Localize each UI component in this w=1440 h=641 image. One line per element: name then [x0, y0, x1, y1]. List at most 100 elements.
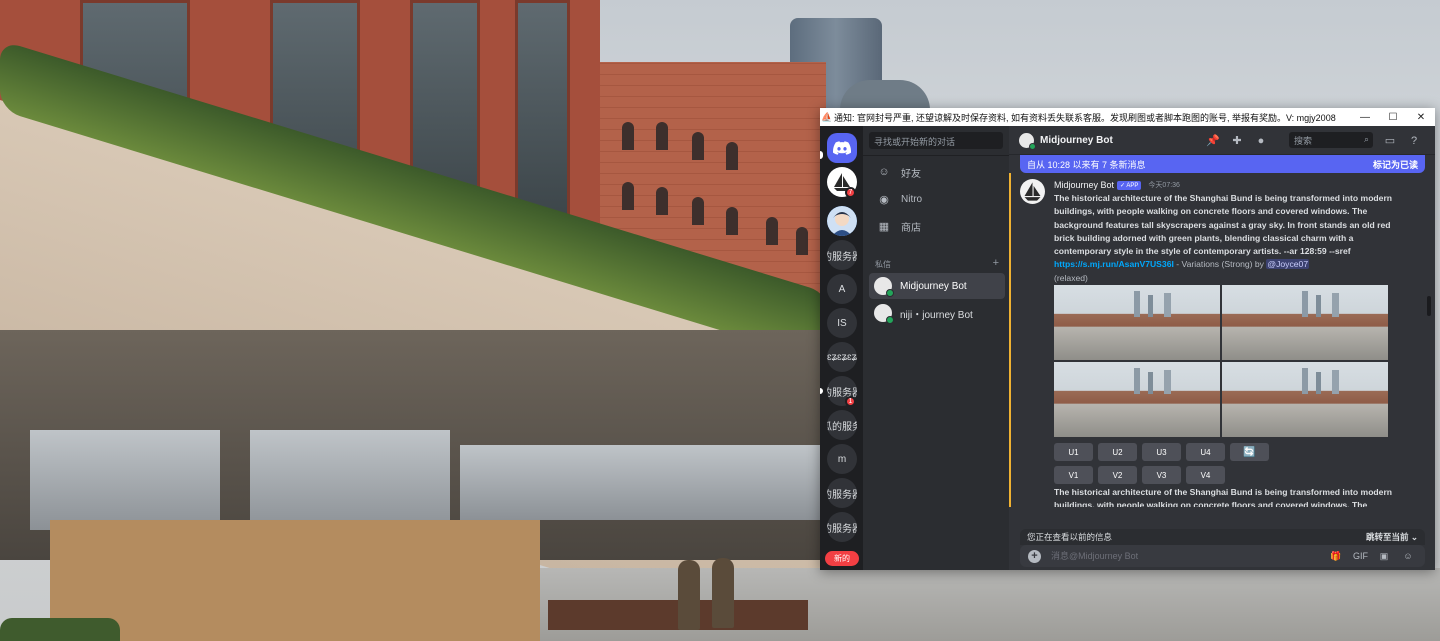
v4-button[interactable]: V4 — [1186, 466, 1225, 484]
mode-text: (relaxed) — [1054, 272, 1088, 283]
server-item-11[interactable]: 的服务器 — [827, 512, 857, 542]
add-friend-icon[interactable]: ✚ — [1229, 133, 1245, 149]
new-messages-bar[interactable]: 自从 10:28 以来有 7 条新消息 标记为已读 — [1020, 155, 1425, 173]
user-mention[interactable]: @Joyce07 — [1266, 259, 1310, 270]
nav-friends[interactable]: ☺ 好友 — [869, 160, 1003, 184]
server-item-4[interactable]: A — [827, 274, 857, 304]
message-header: Midjourney Bot ✓ APP 今天07:36 — [1054, 180, 1180, 190]
server-item-8[interactable]: 瓜的服务 — [827, 410, 857, 440]
v3-button[interactable]: V3 — [1142, 466, 1181, 484]
add-dm-button[interactable]: + — [993, 258, 999, 270]
dm-item-label: Midjourney Bot — [900, 280, 967, 292]
u1-button[interactable]: U1 — [1054, 443, 1093, 461]
grid-image-1[interactable] — [1054, 285, 1220, 360]
older-messages-text: 您正在查看以前的信息 — [1027, 532, 1113, 542]
maximize-button[interactable]: ☐ — [1379, 112, 1407, 123]
gif-icon[interactable]: GIF — [1353, 549, 1368, 563]
sref-link[interactable]: https://s.mj.run/AsanV7US36I — [1054, 259, 1174, 269]
variation-buttons: V1 V2 V3 V4 — [1054, 466, 1230, 484]
pin-icon[interactable]: 📌 — [1205, 133, 1221, 149]
app-tag: ✓ APP — [1117, 180, 1142, 190]
message-input[interactable] — [1051, 551, 1329, 561]
avatar[interactable] — [1020, 179, 1045, 204]
new-unreads-button[interactable]: 新的 — [825, 551, 859, 566]
app-icon: ⛵ — [821, 111, 833, 122]
dm-search-input[interactable]: 寻找或开始新的对话 — [869, 132, 1003, 149]
shop-icon: ▦ — [878, 220, 890, 233]
jump-to-present-button[interactable]: 跳转至当前 ⌄ — [1366, 531, 1418, 543]
jump-label: 跳转至当前 — [1365, 532, 1409, 542]
message-content: The historical architecture of the Shang… — [1054, 192, 1394, 285]
close-button[interactable]: ✕ — [1407, 112, 1435, 123]
inbox-icon[interactable]: ▭ — [1382, 133, 1398, 149]
older-messages-bar: 您正在查看以前的信息 跳转至当前 ⌄ — [1020, 529, 1425, 545]
avatar — [827, 206, 857, 236]
friends-icon: ☺ — [878, 166, 890, 178]
mark-as-read-button[interactable]: 标记为已读 — [1373, 158, 1418, 171]
grid-image-2[interactable] — [1222, 285, 1388, 360]
chat-panel: Midjourney Bot 📌 ✚ ● 搜索 ⌕ ▭ ? 自从 10:28 以… — [1009, 126, 1435, 570]
message-list: Midjourney Bot ✓ APP 今天07:36 The histori… — [1009, 173, 1426, 507]
header-search-input[interactable]: 搜索 ⌕ — [1289, 132, 1373, 148]
u4-button[interactable]: U4 — [1186, 443, 1225, 461]
nav-friends-label: 好友 — [901, 168, 921, 180]
next-message-content: The historical architecture of the Shang… — [1054, 487, 1393, 507]
nitro-icon: ◉ — [879, 193, 889, 206]
unread-highlight — [1009, 173, 1011, 507]
v2-button[interactable]: V2 — [1098, 466, 1137, 484]
server-item-9[interactable]: m — [827, 444, 857, 474]
discord-window: ⛵ 通知: 官网封号严重, 还望谅解及时保存资料, 如有资料丢失联系客服。发现刷… — [820, 108, 1435, 570]
nav-shop[interactable]: ▦ 商店 — [869, 214, 1003, 238]
divider — [863, 155, 1009, 156]
header-search-placeholder: 搜索 — [1294, 136, 1313, 146]
avatar — [874, 304, 894, 324]
u3-button[interactable]: U3 — [1142, 443, 1181, 461]
dm-section-title: 私信 — [875, 260, 891, 269]
window-title: 通知: 官网封号严重, 还望谅解及时保存资料, 如有资料丢失联系客服。发现刷图或… — [834, 112, 1336, 123]
dm-item-niji-bot[interactable]: niji・journey Bot — [869, 300, 1005, 326]
profile-icon[interactable]: ● — [1253, 133, 1269, 149]
u2-button[interactable]: U2 — [1098, 443, 1137, 461]
reroll-button[interactable]: 🔄 — [1230, 443, 1269, 461]
dm-sidebar: 寻找或开始新的对话 ☺ 好友 ◉ Nitro ▦ 商店 私信 + Midjour… — [863, 126, 1009, 570]
author-name[interactable]: Midjourney Bot — [1054, 180, 1114, 190]
minimize-button[interactable]: — — [1351, 112, 1379, 123]
nav-shop-label: 商店 — [901, 222, 921, 234]
server-item-10[interactable]: 的服务器 — [827, 478, 857, 508]
gift-icon[interactable]: 🎁 — [1329, 549, 1343, 563]
discord-logo-icon — [833, 141, 851, 155]
sticker-icon[interactable]: ▣ — [1377, 549, 1391, 563]
avatar — [1019, 132, 1036, 150]
chat-title: Midjourney Bot — [1040, 134, 1113, 146]
server-item-avatar[interactable] — [827, 206, 857, 236]
app-tag-label: APP — [1126, 182, 1139, 189]
variation-note: - Variations (Strong) by — [1173, 259, 1267, 270]
dm-item-label: niji・journey Bot — [900, 309, 973, 321]
dm-item-midjourney-bot[interactable]: Midjourney Bot — [869, 273, 1005, 299]
reroll-icon: 🔄 — [1243, 446, 1256, 458]
unread-badge: 1 — [845, 396, 856, 407]
emoji-icon[interactable]: ☺ — [1401, 549, 1415, 563]
server-item-6[interactable]: ɛʑɛʑɛʑ — [827, 342, 857, 372]
v1-button[interactable]: V1 — [1054, 466, 1093, 484]
sailboat-icon — [1024, 182, 1041, 201]
title-bar: ⛵ 通知: 官网封号严重, 还望谅解及时保存资料, 如有资料丢失联系客服。发现刷… — [820, 108, 1435, 126]
unread-pill — [820, 388, 823, 394]
grid-image-3[interactable] — [1054, 362, 1220, 437]
prompt-text: The historical architecture of the Shang… — [1054, 193, 1393, 257]
image-grid[interactable] — [1054, 285, 1389, 438]
help-icon[interactable]: ? — [1406, 133, 1422, 149]
nav-nitro-label: Nitro — [901, 193, 923, 205]
scrollbar[interactable] — [1427, 296, 1431, 316]
chevron-down-icon: ⌄ — [1410, 532, 1418, 542]
nav-nitro[interactable]: ◉ Nitro — [869, 187, 1003, 211]
unread-badge: 7 — [845, 187, 856, 198]
server-rail: 7 的服务器 A IS ɛʑɛʑɛʑ 的服务器 1 瓜的服务 m 的服务器 的服… — [820, 126, 863, 570]
message-composer: + 🎁 GIF ▣ ☺ — [1020, 545, 1425, 567]
attach-plus-icon[interactable]: + — [1028, 549, 1041, 563]
server-item-5[interactable]: IS — [827, 308, 857, 338]
grid-image-4[interactable] — [1222, 362, 1388, 437]
server-item-3[interactable]: 的服务器 — [827, 240, 857, 270]
timestamp: 今天07:36 — [1148, 182, 1180, 189]
home-button[interactable] — [827, 133, 857, 163]
